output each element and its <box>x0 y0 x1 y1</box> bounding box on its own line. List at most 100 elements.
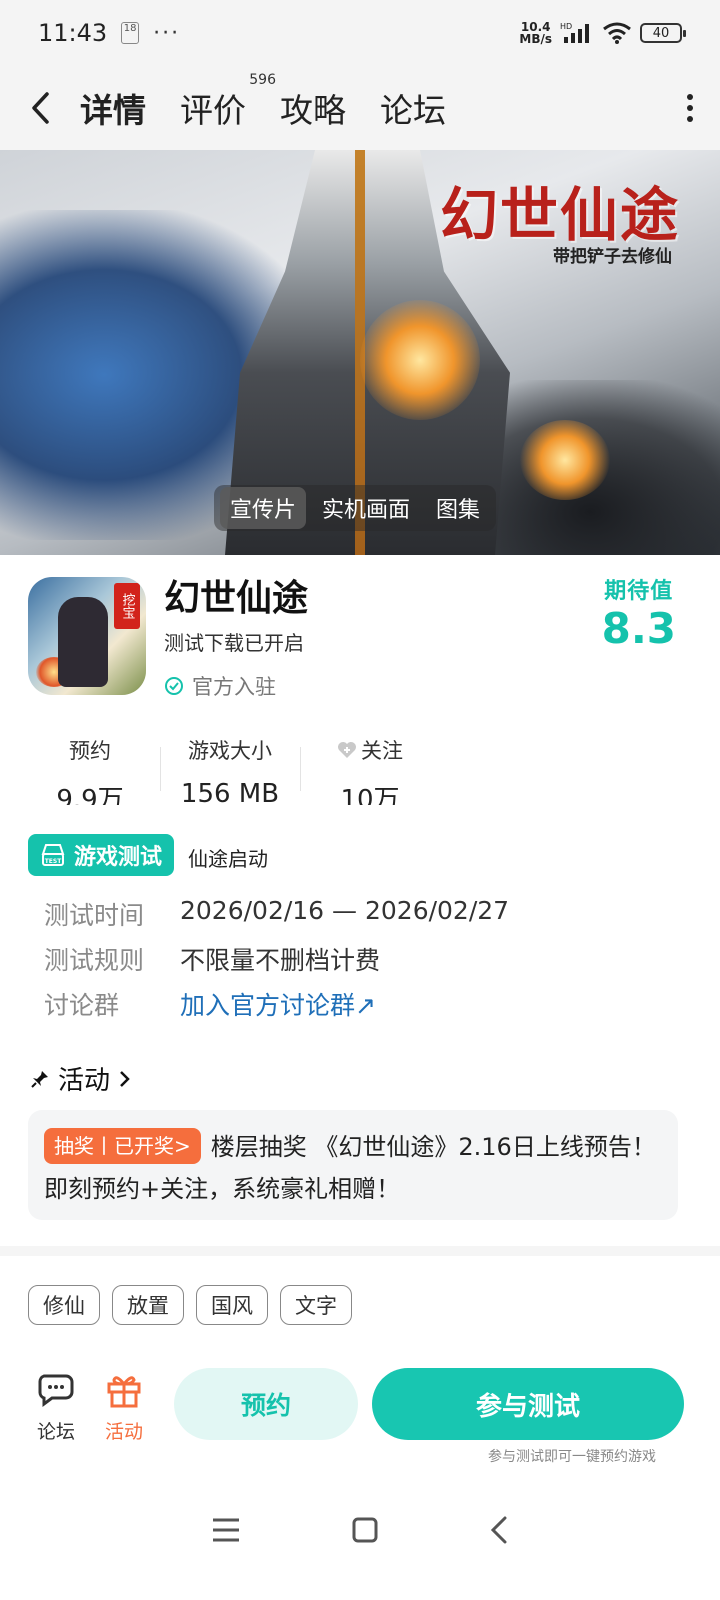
game-icon-character <box>58 597 108 687</box>
pin-icon <box>31 1070 48 1088</box>
menu-icon <box>213 1518 239 1542</box>
review-count: 596 <box>249 72 276 88</box>
signal-icon: HD <box>560 22 589 43</box>
age-rating-icon: 18 <box>121 22 140 44</box>
system-back-button[interactable] <box>489 1515 509 1545</box>
test-time-row: 测试时间 2026/02/16 — 2026/02/27 <box>44 896 509 932</box>
game-icon: 挖宝 <box>28 577 146 695</box>
activity-title: 活动 <box>58 1066 111 1096</box>
official-verified: 官方入驻 <box>164 671 276 701</box>
network-speed-unit: MB/s <box>519 32 552 46</box>
more-options-button[interactable] <box>660 66 720 150</box>
game-test-badge[interactable]: TEST 游戏测试 <box>28 834 175 876</box>
tab-guides-label: 攻略 <box>280 91 346 130</box>
test-rule-key: 测试规则 <box>44 946 145 975</box>
section-divider <box>0 1246 720 1256</box>
stat-size: 游戏大小 156 MB <box>160 735 300 805</box>
game-stats: 预约 9.9万 游戏大小 156 MB 关注 10万 <box>20 735 440 805</box>
chat-bubble-icon <box>38 1374 74 1407</box>
tag-chip[interactable]: 放置 <box>112 1285 184 1325</box>
back-button[interactable] <box>0 66 80 150</box>
test-time-key: 测试时间 <box>44 901 145 930</box>
stat-value: 9.9万 <box>56 785 124 805</box>
forum-label: 论坛 <box>36 1421 75 1443</box>
home-square-icon <box>352 1517 378 1543</box>
tab-reviews[interactable]: 评价 596 <box>180 72 276 132</box>
game-icon-badge: 挖宝 <box>114 583 140 629</box>
status-time: 11:43 <box>38 19 108 47</box>
system-navigation <box>0 1490 720 1570</box>
game-tags: 修仙 放置 国风 文字 <box>28 1285 352 1325</box>
system-back-icon <box>490 1516 507 1544</box>
banner-subtitle: 带把铲子去修仙 <box>553 247 672 267</box>
heart-plus-icon <box>338 742 356 758</box>
activity-label: 活动 <box>104 1421 143 1443</box>
tab-details-label: 详情 <box>80 91 146 130</box>
tag-chip[interactable]: 文字 <box>280 1285 352 1325</box>
media-tab-trailer[interactable]: 宣传片 <box>220 487 307 529</box>
forum-button[interactable]: 论坛 <box>26 1372 86 1444</box>
status-bar: 11:43 18 ··· 10.4 MB/s HD 40 <box>0 0 720 66</box>
join-group-link[interactable]: 加入官方讨论群↗ <box>180 986 376 1022</box>
menu-button[interactable] <box>211 1517 241 1543</box>
stat-value: 10万 <box>340 785 400 805</box>
join-test-hint: 参与测试即可一键预约游戏 <box>488 1449 656 1465</box>
tag-chip[interactable]: 修仙 <box>28 1285 100 1325</box>
banner-fire <box>360 300 480 420</box>
tab-reviews-label: 评价 <box>180 91 246 130</box>
discussion-group-row: 讨论群 加入官方讨论群↗ <box>44 986 376 1022</box>
activity-card[interactable]: 抽奖丨已开奖> 楼层抽奖 《幻世仙途》2.16日上线预告！即刻预约+关注，系统豪礼… <box>28 1110 678 1220</box>
reserve-button[interactable]: 预约 <box>174 1368 358 1440</box>
stat-label: 预约 <box>69 739 111 763</box>
official-label: 官方入驻 <box>192 675 276 699</box>
stat-label: 游戏大小 <box>188 739 272 763</box>
verified-icon <box>165 677 183 695</box>
home-button[interactable] <box>351 1516 379 1544</box>
status-icons: 10.4 MB/s HD 40 <box>519 21 686 45</box>
banner-fire <box>520 420 610 500</box>
media-tabs: 宣传片 实机画面 图集 <box>214 485 497 531</box>
detail-tabs: 详情 评价 596 攻略 论坛 <box>78 72 446 132</box>
test-time-value: 2026/02/16 — 2026/02/27 <box>180 896 510 925</box>
wifi-icon <box>603 22 631 44</box>
stat-label: 关注 <box>300 735 440 765</box>
tab-details[interactable]: 详情 <box>78 84 148 132</box>
test-name: 仙途启动 <box>188 847 268 871</box>
media-tab-gallery[interactable]: 图集 <box>426 487 490 529</box>
media-tab-gameplay[interactable]: 实机画面 <box>312 487 420 529</box>
promo-banner[interactable]: 幻世仙途 带把铲子去修仙 宣传片 实机画面 图集 <box>0 150 720 555</box>
game-title: 幻世仙途 <box>164 578 309 619</box>
tag-chip[interactable]: 国风 <box>196 1285 268 1325</box>
game-status: 测试下载已开启 <box>164 631 304 655</box>
more-vertical-icon <box>687 94 693 122</box>
discussion-group-key: 讨论群 <box>44 991 120 1020</box>
network-speed: 10.4 MB/s <box>519 21 552 45</box>
svg-text:TEST: TEST <box>45 858 63 865</box>
join-test-button[interactable]: 参与测试 <box>372 1368 684 1440</box>
tab-forum[interactable]: 论坛 <box>380 84 446 132</box>
back-arrow-icon <box>32 92 49 124</box>
battery-icon: 40 <box>640 23 686 43</box>
stat-reservations: 预约 9.9万 <box>20 735 160 805</box>
bottom-action-bar: 论坛 活动 预约 参与测试 参与测试即可一键预约游戏 <box>0 1360 720 1480</box>
expectation-label: 期待值 <box>604 579 674 604</box>
game-test-label: 游戏测试 <box>74 845 163 870</box>
banner-title: 幻世仙途 <box>439 181 680 249</box>
more-notifications-icon: ··· <box>153 20 181 46</box>
gift-icon <box>107 1376 141 1408</box>
tab-guides[interactable]: 攻略 <box>280 84 346 132</box>
expectation-score: 期待值 8.3 <box>602 573 676 653</box>
test-rule-value: 不限量不删档计费 <box>180 946 381 975</box>
stat-follow[interactable]: 关注 10万 <box>300 735 440 805</box>
activity-header[interactable]: 活动 <box>30 1060 130 1097</box>
follow-label: 关注 <box>361 739 403 763</box>
expectation-value: 8.3 <box>601 604 676 653</box>
test-flask-icon: TEST <box>41 844 65 866</box>
test-rule-row: 测试规则 不限量不删档计费 <box>44 941 380 977</box>
chevron-right-icon <box>120 1070 130 1087</box>
game-info: 挖宝 幻世仙途 测试下载已开启 官方入驻 期待值 8.3 <box>0 575 720 715</box>
stat-value: 156 MB <box>180 779 280 805</box>
top-navigation: 详情 评价 596 攻略 论坛 <box>0 66 720 150</box>
activity-button[interactable]: 活动 <box>94 1372 154 1444</box>
lottery-tag: 抽奖丨已开奖> <box>44 1128 201 1164</box>
